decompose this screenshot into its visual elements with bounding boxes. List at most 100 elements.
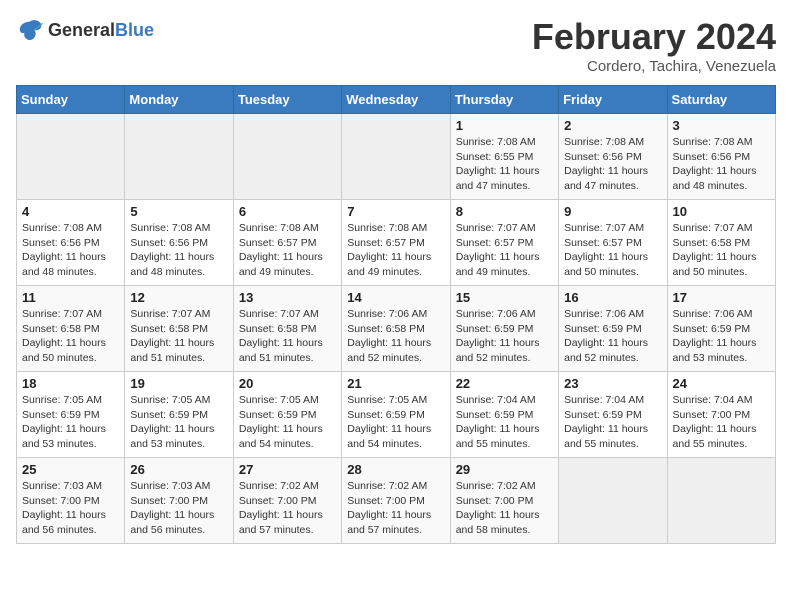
day-number: 4 (22, 204, 119, 219)
day-number: 5 (130, 204, 227, 219)
calendar-cell (233, 114, 341, 200)
calendar-cell: 10 Sunrise: 7:07 AMSunset: 6:58 PMDayligh… (667, 200, 775, 286)
day-info: Sunrise: 7:07 AMSunset: 6:58 PMDaylight:… (22, 307, 119, 366)
calendar-cell: 22 Sunrise: 7:04 AMSunset: 6:59 PMDayligh… (450, 372, 558, 458)
day-number: 1 (456, 118, 553, 133)
day-info: Sunrise: 7:02 AMSunset: 7:00 PMDaylight:… (239, 479, 336, 538)
week-row-3: 11Sunrise: 7:07 AMSunset: 6:58 PMDayligh… (17, 286, 776, 372)
header-wednesday: Wednesday (342, 86, 450, 114)
day-info: Sunrise: 7:07 AMSunset: 6:57 PMDaylight:… (564, 221, 661, 280)
day-info: Sunrise: 7:04 AMSunset: 7:00 PMDaylight:… (673, 393, 770, 452)
calendar-table: SundayMondayTuesdayWednesdayThursdayFrid… (16, 85, 776, 544)
logo-text: GeneralBlue (48, 20, 154, 41)
calendar-cell: 20 Sunrise: 7:05 AMSunset: 6:59 PMDayligh… (233, 372, 341, 458)
calendar-cell (667, 458, 775, 544)
page-header: GeneralBlue February 2024 Cordero, Tachi… (16, 16, 776, 75)
day-number: 9 (564, 204, 661, 219)
calendar-cell: 4 Sunrise: 7:08 AMSunset: 6:56 PMDaylight… (17, 200, 125, 286)
calendar-cell (125, 114, 233, 200)
day-number: 28 (347, 462, 444, 477)
day-number: 12 (130, 290, 227, 305)
calendar-cell: 7 Sunrise: 7:08 AMSunset: 6:57 PMDaylight… (342, 200, 450, 286)
week-row-5: 25 Sunrise: 7:03 AMSunset: 7:00 PMDayligh… (17, 458, 776, 544)
calendar-cell: 1Sunrise: 7:08 AMSunset: 6:55 PMDaylight… (450, 114, 558, 200)
calendar-cell: 28 Sunrise: 7:02 AMSunset: 7:00 PMDayligh… (342, 458, 450, 544)
calendar-cell: 11Sunrise: 7:07 AMSunset: 6:58 PMDayligh… (17, 286, 125, 372)
day-number: 19 (130, 376, 227, 391)
calendar-cell: 24Sunrise: 7:04 AMSunset: 7:00 PMDayligh… (667, 372, 775, 458)
calendar-cell: 15Sunrise: 7:06 AMSunset: 6:59 PMDayligh… (450, 286, 558, 372)
day-number: 7 (347, 204, 444, 219)
weekday-header-row: SundayMondayTuesdayWednesdayThursdayFrid… (17, 86, 776, 114)
day-number: 8 (456, 204, 553, 219)
day-info: Sunrise: 7:07 AMSunset: 6:58 PMDaylight:… (239, 307, 336, 366)
day-info: Sunrise: 7:08 AMSunset: 6:56 PMDaylight:… (564, 135, 661, 194)
calendar-cell: 2 Sunrise: 7:08 AMSunset: 6:56 PMDaylight… (559, 114, 667, 200)
day-info: Sunrise: 7:08 AMSunset: 6:56 PMDaylight:… (22, 221, 119, 280)
calendar-cell: 17Sunrise: 7:06 AMSunset: 6:59 PMDayligh… (667, 286, 775, 372)
day-number: 16 (564, 290, 661, 305)
calendar-cell (17, 114, 125, 200)
day-number: 27 (239, 462, 336, 477)
calendar-cell: 19 Sunrise: 7:05 AMSunset: 6:59 PMDayligh… (125, 372, 233, 458)
calendar-cell (342, 114, 450, 200)
day-number: 6 (239, 204, 336, 219)
day-number: 10 (673, 204, 770, 219)
day-number: 22 (456, 376, 553, 391)
calendar-cell: 13Sunrise: 7:07 AMSunset: 6:58 PMDayligh… (233, 286, 341, 372)
logo-bird-icon (16, 16, 44, 44)
day-info: Sunrise: 7:04 AMSunset: 6:59 PMDaylight:… (564, 393, 661, 452)
header-friday: Friday (559, 86, 667, 114)
header-monday: Monday (125, 86, 233, 114)
logo-general: General (48, 20, 115, 40)
calendar-cell: 9 Sunrise: 7:07 AMSunset: 6:57 PMDaylight… (559, 200, 667, 286)
day-info: Sunrise: 7:04 AMSunset: 6:59 PMDaylight:… (456, 393, 553, 452)
calendar-cell: 27 Sunrise: 7:02 AMSunset: 7:00 PMDayligh… (233, 458, 341, 544)
day-info: Sunrise: 7:03 AMSunset: 7:00 PMDaylight:… (22, 479, 119, 538)
day-number: 23 (564, 376, 661, 391)
day-info: Sunrise: 7:07 AMSunset: 6:58 PMDaylight:… (673, 221, 770, 280)
day-number: 3 (673, 118, 770, 133)
day-info: Sunrise: 7:08 AMSunset: 6:57 PMDaylight:… (347, 221, 444, 280)
day-info: Sunrise: 7:02 AMSunset: 7:00 PMDaylight:… (347, 479, 444, 538)
day-number: 21 (347, 376, 444, 391)
calendar-title: February 2024 (532, 16, 776, 58)
calendar-cell: 29 Sunrise: 7:02 AMSunset: 7:00 PMDayligh… (450, 458, 558, 544)
day-number: 14 (347, 290, 444, 305)
calendar-cell: 3Sunrise: 7:08 AMSunset: 6:56 PMDaylight… (667, 114, 775, 200)
calendar-cell: 5 Sunrise: 7:08 AMSunset: 6:56 PMDaylight… (125, 200, 233, 286)
header-saturday: Saturday (667, 86, 775, 114)
day-info: Sunrise: 7:05 AMSunset: 6:59 PMDaylight:… (239, 393, 336, 452)
calendar-cell: 6Sunrise: 7:08 AMSunset: 6:57 PMDaylight… (233, 200, 341, 286)
day-info: Sunrise: 7:05 AMSunset: 6:59 PMDaylight:… (22, 393, 119, 452)
calendar-cell: 14Sunrise: 7:06 AMSunset: 6:58 PMDayligh… (342, 286, 450, 372)
day-number: 20 (239, 376, 336, 391)
calendar-subtitle: Cordero, Tachira, Venezuela (532, 58, 776, 75)
logo: GeneralBlue (16, 16, 154, 44)
calendar-cell: 25 Sunrise: 7:03 AMSunset: 7:00 PMDayligh… (17, 458, 125, 544)
calendar-cell: 21 Sunrise: 7:05 AMSunset: 6:59 PMDayligh… (342, 372, 450, 458)
day-info: Sunrise: 7:05 AMSunset: 6:59 PMDaylight:… (347, 393, 444, 452)
day-info: Sunrise: 7:08 AMSunset: 6:56 PMDaylight:… (130, 221, 227, 280)
week-row-1: 1Sunrise: 7:08 AMSunset: 6:55 PMDaylight… (17, 114, 776, 200)
calendar-cell: 26 Sunrise: 7:03 AMSunset: 7:00 PMDayligh… (125, 458, 233, 544)
day-number: 18 (22, 376, 119, 391)
header-sunday: Sunday (17, 86, 125, 114)
calendar-cell: 12Sunrise: 7:07 AMSunset: 6:58 PMDayligh… (125, 286, 233, 372)
header-tuesday: Tuesday (233, 86, 341, 114)
day-info: Sunrise: 7:06 AMSunset: 6:59 PMDaylight:… (673, 307, 770, 366)
day-number: 25 (22, 462, 119, 477)
day-info: Sunrise: 7:07 AMSunset: 6:57 PMDaylight:… (456, 221, 553, 280)
day-info: Sunrise: 7:03 AMSunset: 7:00 PMDaylight:… (130, 479, 227, 538)
calendar-cell: 23 Sunrise: 7:04 AMSunset: 6:59 PMDayligh… (559, 372, 667, 458)
calendar-cell (559, 458, 667, 544)
day-number: 29 (456, 462, 553, 477)
day-info: Sunrise: 7:05 AMSunset: 6:59 PMDaylight:… (130, 393, 227, 452)
day-info: Sunrise: 7:06 AMSunset: 6:59 PMDaylight:… (564, 307, 661, 366)
day-number: 2 (564, 118, 661, 133)
logo-blue: Blue (115, 20, 154, 40)
day-info: Sunrise: 7:06 AMSunset: 6:59 PMDaylight:… (456, 307, 553, 366)
day-number: 26 (130, 462, 227, 477)
day-info: Sunrise: 7:02 AMSunset: 7:00 PMDaylight:… (456, 479, 553, 538)
title-block: February 2024 Cordero, Tachira, Venezuel… (532, 16, 776, 75)
